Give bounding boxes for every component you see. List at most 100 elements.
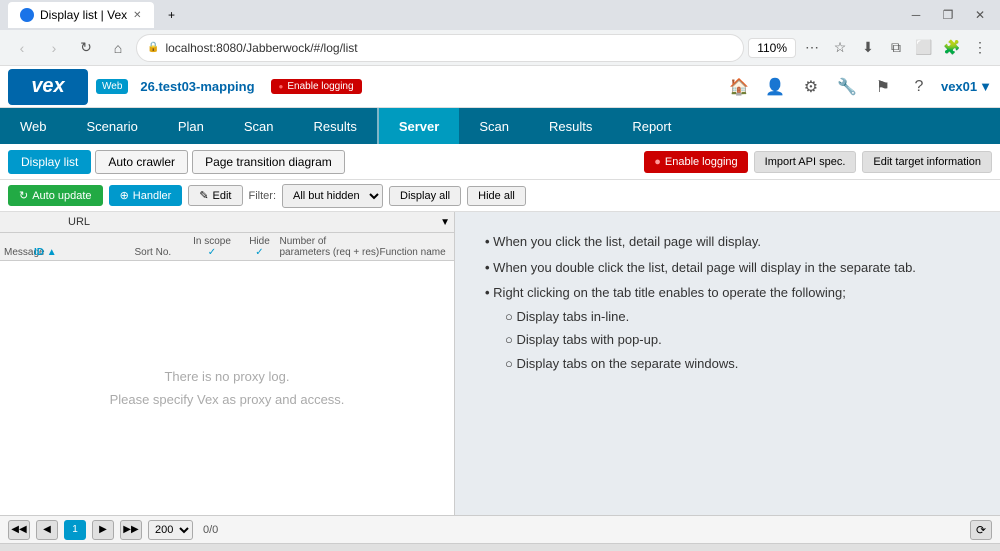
back-btn[interactable]: ‹ <box>8 34 36 62</box>
col-header-hide[interactable]: Hide ✓ <box>240 236 280 258</box>
browser-title-bar: Display list | Vex ✕ + ─ ❐ ✕ <box>0 0 1000 30</box>
tab-grid-btn[interactable]: ⬜ <box>912 36 936 60</box>
info-sub-1: Display tabs in-line. <box>505 307 970 327</box>
server-group: Server Scan Results Report <box>377 108 692 144</box>
first-page-btn[interactable]: ◀◀ <box>8 520 30 540</box>
empty-state: There is no proxy log. Please specify Ve… <box>0 261 454 515</box>
project-name: 26.test03-mapping <box>140 79 254 94</box>
extension-btn[interactable]: 🧩 <box>940 36 964 60</box>
refresh-icon: ↻ <box>19 189 28 202</box>
zoom-indicator: 110% <box>748 38 796 58</box>
download-btn[interactable]: ⬇ <box>856 36 880 60</box>
status-bar: ◀◀ ◀ 1 ▶ ▶▶ 50 100 200 500 0/0 ⟳ <box>0 515 1000 543</box>
close-btn[interactable]: ✕ <box>968 3 992 27</box>
auto-update-btn[interactable]: ↻ Auto update <box>8 185 103 206</box>
tool-icon-btn[interactable]: 🔧 <box>833 73 861 101</box>
tab-results[interactable]: Results <box>293 108 376 144</box>
toolbar: ↻ Auto update ⊕ Handler ✎ Edit Filter: A… <box>0 180 1000 212</box>
window-controls: ─ ❐ ✕ <box>904 3 992 27</box>
import-api-btn[interactable]: Import API spec. <box>754 151 857 173</box>
browser-nav-bar: ‹ › ↻ ⌂ 🔒 localhost:8080/Jabberwock/#/lo… <box>0 30 1000 66</box>
bookmark-btn[interactable]: ☆ <box>828 36 852 60</box>
settings-btn[interactable]: ⋮ <box>968 36 992 60</box>
col-header-id[interactable]: ID ▲ <box>34 247 64 258</box>
tab-scenario[interactable]: Scenario <box>67 108 158 144</box>
edit-btn[interactable]: ✎ Edit <box>188 185 242 206</box>
sub-tab-page-transition[interactable]: Page transition diagram <box>192 150 345 174</box>
info-sub-2: Display tabs with pop-up. <box>505 330 970 350</box>
enable-logging-btn[interactable]: Enable logging <box>644 151 747 173</box>
last-page-btn[interactable]: ▶▶ <box>120 520 142 540</box>
col-header-message: Message <box>4 247 34 258</box>
address-bar[interactable]: 🔒 localhost:8080/Jabberwock/#/log/list <box>136 34 744 62</box>
edit-target-btn[interactable]: Edit target information <box>862 151 992 173</box>
history-btn[interactable]: ⧉ <box>884 36 908 60</box>
filter-select[interactable]: All but hidden All In scope only Hidden … <box>282 184 383 208</box>
sub-nav-actions: Enable logging Import API spec. Edit tar… <box>644 151 992 173</box>
info-bullet-1: When you click the list, detail page wil… <box>485 232 970 252</box>
page-1-btn[interactable]: 1 <box>64 520 86 540</box>
info-sub-bullets: Display tabs in-line. Display tabs with … <box>505 307 970 374</box>
col-header-sort[interactable]: Sort No. <box>135 247 185 258</box>
nav-tabs: Web Scenario Plan Scan Results Server Sc… <box>0 108 1000 144</box>
flag-icon-btn[interactable]: ⚑ <box>869 73 897 101</box>
tab-server[interactable]: Server <box>379 108 459 144</box>
address-text: localhost:8080/Jabberwock/#/log/list <box>165 41 733 55</box>
info-panel: When you click the list, detail page wil… <box>455 212 1000 515</box>
empty-line1: There is no proxy log. <box>164 365 289 388</box>
count-label: 0/0 <box>203 524 218 536</box>
tab-report[interactable]: Report <box>612 108 691 144</box>
home-btn[interactable]: ⌂ <box>104 34 132 62</box>
home-icon-btn[interactable]: 🏠 <box>725 73 753 101</box>
tab-favicon <box>20 8 34 22</box>
handler-btn[interactable]: ⊕ Handler <box>109 185 183 206</box>
tab-close-btn[interactable]: ✕ <box>133 10 141 21</box>
sub-tab-display-list[interactable]: Display list <box>8 150 91 174</box>
enable-logging-header-btn[interactable]: Enable logging <box>271 79 362 94</box>
main-content: URL ▼ Message ID ▲ Sort No. In scope ✓ <box>0 212 1000 515</box>
col-header-func: Function name <box>380 247 451 258</box>
browser-tab[interactable]: Display list | Vex ✕ <box>8 2 154 28</box>
proxy-panel: URL ▼ Message ID ▲ Sort No. In scope ✓ <box>0 212 455 515</box>
tab-scan[interactable]: Scan <box>224 108 294 144</box>
col-header-params: Number of parameters (req + res) <box>280 236 380 258</box>
forward-btn[interactable]: › <box>40 34 68 62</box>
sub-tab-auto-crawler[interactable]: Auto crawler <box>95 150 188 174</box>
col-header-in-scope[interactable]: In scope ✓ <box>185 236 240 258</box>
sub-nav: Display list Auto crawler Page transitio… <box>0 144 1000 180</box>
filter-label: Filter: <box>249 190 277 202</box>
tab-scan2[interactable]: Scan <box>459 108 529 144</box>
status-refresh-btn[interactable]: ⟳ <box>970 520 992 540</box>
collapse-icon[interactable]: ▼ <box>440 217 450 228</box>
minimize-btn[interactable]: ─ <box>904 3 928 27</box>
display-all-btn[interactable]: Display all <box>389 186 461 206</box>
per-page-select[interactable]: 50 100 200 500 <box>148 520 193 540</box>
web-badge: Web <box>96 79 128 94</box>
reload-btn[interactable]: ↻ <box>72 34 100 62</box>
header-actions: 🏠 👤 ⚙ 🔧 ⚑ ? vex01 ▼ <box>725 73 992 101</box>
user-btn[interactable]: vex01 ▼ <box>941 79 992 94</box>
tab-results2[interactable]: Results <box>529 108 612 144</box>
app-header: vex Web 26.test03-mapping Enable logging… <box>0 66 1000 108</box>
help-icon-btn[interactable]: ? <box>905 73 933 101</box>
horizontal-scrollbar[interactable] <box>0 543 1000 551</box>
next-page-btn[interactable]: ▶ <box>92 520 114 540</box>
info-sub-3: Display tabs on the separate windows. <box>505 354 970 374</box>
info-bullet-3: Right clicking on the tab title enables … <box>485 283 970 373</box>
col-header-url[interactable]: URL <box>64 214 440 230</box>
tab-web[interactable]: Web <box>0 108 67 144</box>
more-actions-btn[interactable]: ⋯ <box>800 36 824 60</box>
tab-plan[interactable]: Plan <box>158 108 224 144</box>
tab-title: Display list | Vex <box>40 8 127 22</box>
vex-logo: vex <box>8 69 88 105</box>
gear-icon-btn[interactable]: ⚙ <box>797 73 825 101</box>
restore-btn[interactable]: ❐ <box>936 3 960 27</box>
new-tab-btn[interactable]: + <box>160 3 184 27</box>
prev-page-btn[interactable]: ◀ <box>36 520 58 540</box>
info-bullet-2: When you double click the list, detail p… <box>485 258 970 278</box>
hide-all-btn[interactable]: Hide all <box>467 186 526 206</box>
info-bullets: When you click the list, detail page wil… <box>485 232 970 373</box>
people-icon-btn[interactable]: 👤 <box>761 73 789 101</box>
edit-icon: ✎ <box>199 189 208 202</box>
handler-icon: ⊕ <box>120 189 129 202</box>
